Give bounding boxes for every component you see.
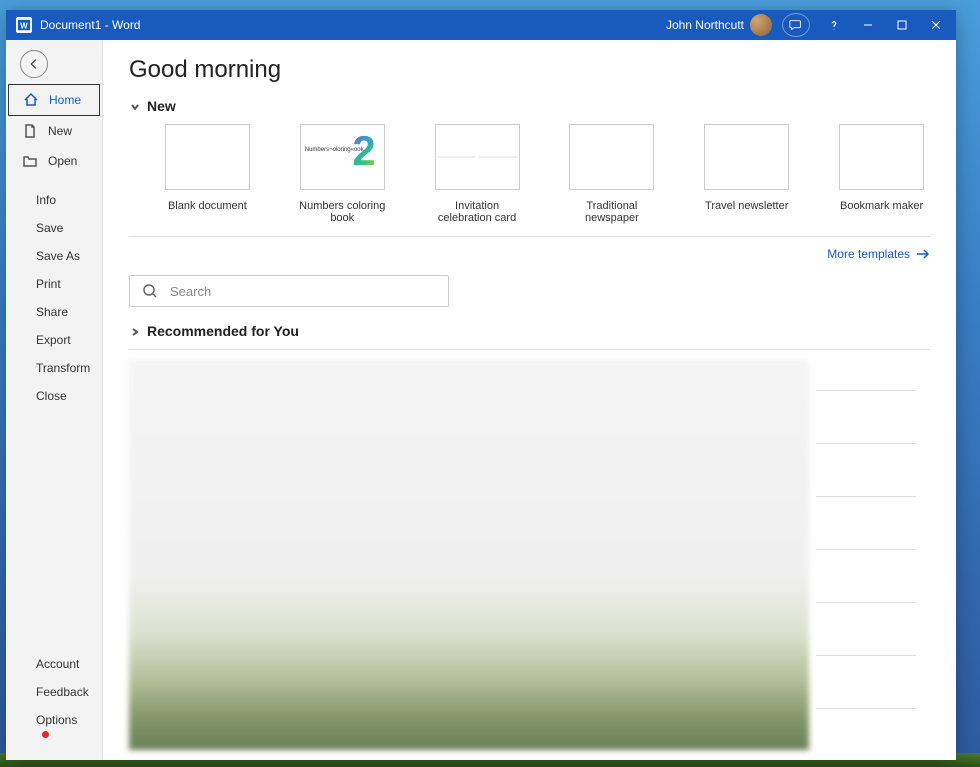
sidebar-item-options[interactable]: Options — [6, 706, 102, 748]
template-thumbnail — [435, 124, 520, 190]
close-button[interactable] — [920, 10, 952, 40]
template-label: Traditional newspaper — [563, 200, 660, 224]
template-invitation-card[interactable]: Invitation celebration card — [429, 124, 526, 224]
divider — [129, 349, 930, 350]
new-section-header[interactable]: New — [129, 98, 930, 114]
section-title: Recommended for You — [147, 323, 299, 339]
template-traditional-newspaper[interactable]: Traditional newspaper — [563, 124, 660, 224]
sidebar-item-account[interactable]: Account — [6, 650, 102, 678]
help-button[interactable] — [818, 10, 850, 40]
more-templates-link[interactable]: More templates — [129, 247, 930, 261]
template-label: Bookmark maker — [840, 200, 923, 212]
template-thumbnail — [704, 124, 789, 190]
feedback-icon[interactable] — [782, 13, 810, 37]
template-numbers-coloring-book[interactable]: Numbers coloring book — [294, 124, 391, 224]
back-button[interactable] — [20, 50, 48, 78]
arrow-right-icon — [916, 249, 930, 259]
template-label: Travel newsletter — [705, 200, 788, 212]
list-dividers — [816, 390, 916, 709]
sidebar-item-new[interactable]: New — [6, 116, 102, 146]
minimize-button[interactable] — [852, 10, 884, 40]
template-thumbnail — [569, 124, 654, 190]
sidebar-item-export[interactable]: Export — [6, 326, 102, 354]
search-input[interactable] — [170, 284, 436, 299]
sidebar-item-label: Home — [49, 93, 81, 107]
section-title: New — [147, 98, 176, 114]
sidebar-item-saveas[interactable]: Save As — [6, 242, 102, 270]
backstage-main: Good morning New Blank document Numbers … — [103, 40, 956, 760]
word-app-icon: W — [16, 17, 32, 33]
template-thumbnail — [300, 124, 385, 190]
window-title: Document1 - Word — [40, 18, 140, 32]
folder-icon — [22, 153, 38, 169]
search-icon — [142, 283, 158, 299]
chevron-down-icon — [129, 100, 141, 112]
backstage-sidebar: Home New Open Info Save Save As Print Sh… — [6, 40, 103, 760]
word-backstage-window: W Document1 - Word John Northcutt — [6, 10, 956, 760]
template-label: Blank document — [168, 200, 247, 212]
user-avatar[interactable] — [750, 14, 772, 36]
notification-dot-icon — [42, 731, 49, 738]
sidebar-item-label: New — [48, 124, 72, 138]
home-icon — [23, 92, 39, 108]
divider — [129, 236, 930, 237]
sidebar-item-label: Open — [48, 154, 77, 168]
search-box[interactable] — [129, 275, 449, 307]
titlebar: W Document1 - Word John Northcutt — [6, 10, 956, 40]
template-travel-newsletter[interactable]: Travel newsletter — [698, 124, 795, 224]
sidebar-item-print[interactable]: Print — [6, 270, 102, 298]
sidebar-item-info[interactable]: Info — [6, 186, 102, 214]
sidebar-item-save[interactable]: Save — [6, 214, 102, 242]
sidebar-item-feedback[interactable]: Feedback — [6, 678, 102, 706]
greeting-heading: Good morning — [129, 56, 930, 84]
svg-text:W: W — [20, 22, 28, 31]
user-name[interactable]: John Northcutt — [666, 18, 744, 32]
sidebar-item-home[interactable]: Home — [8, 84, 100, 116]
sidebar-item-share[interactable]: Share — [6, 298, 102, 326]
template-label: Invitation celebration card — [429, 200, 526, 224]
template-blank-document[interactable]: Blank document — [159, 124, 256, 224]
document-icon — [22, 123, 38, 139]
sidebar-item-close[interactable]: Close — [6, 382, 102, 410]
recommended-section-header[interactable]: Recommended for You — [129, 323, 930, 339]
template-label: Numbers coloring book — [294, 200, 391, 224]
template-bookmark-maker[interactable]: Bookmark maker — [833, 124, 930, 224]
chevron-right-icon — [129, 325, 141, 337]
sidebar-item-transform[interactable]: Transform — [6, 354, 102, 382]
recommended-content-placeholder — [129, 360, 809, 750]
template-thumbnail — [839, 124, 924, 190]
template-thumbnail — [165, 124, 250, 190]
templates-row: Blank document Numbers coloring book Inv… — [129, 124, 930, 224]
sidebar-item-open[interactable]: Open — [6, 146, 102, 176]
maximize-button[interactable] — [886, 10, 918, 40]
